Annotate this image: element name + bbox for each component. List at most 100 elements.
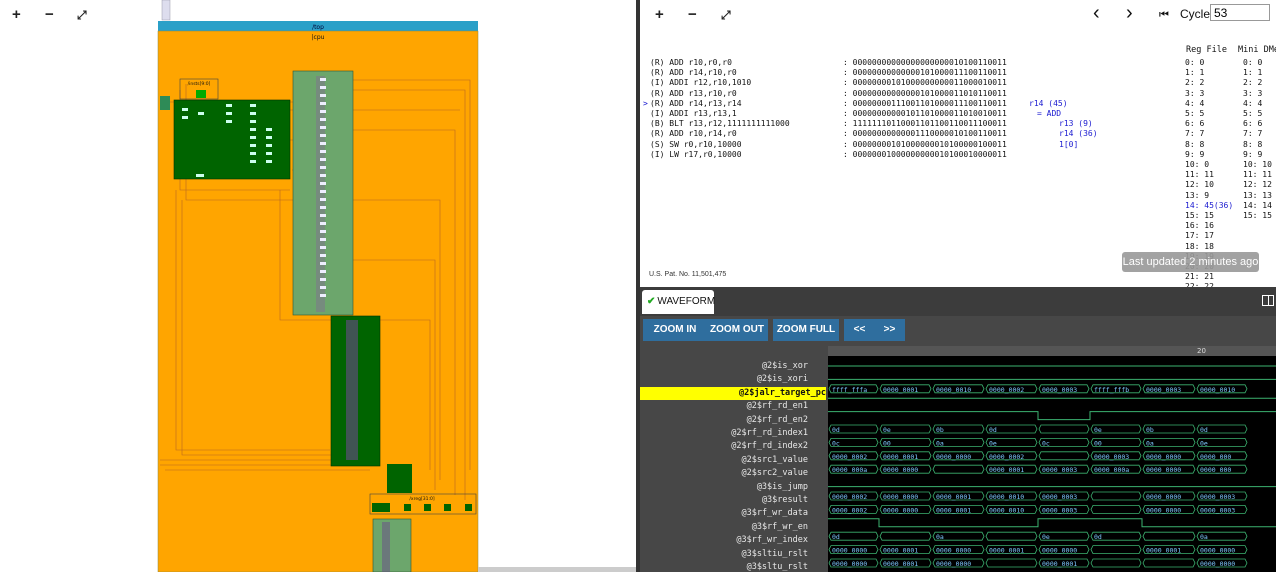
scroll-back-button[interactable]: << <box>844 319 875 341</box>
instruction-note: 1[0] <box>1059 139 1079 149</box>
bus-value: 0000_0003 <box>1042 493 1077 501</box>
bus-value: 0a <box>936 533 944 541</box>
tab-waveform[interactable]: ✔ WAVEFORM <box>642 290 715 314</box>
waveform-traces: ffff_fffa 0000_0001 0000_0010 0000_0002 0000… <box>828 365 1276 568</box>
signal-name[interactable]: @2$src2_value <box>640 467 808 480</box>
next-cycle-icon[interactable]: › <box>1126 3 1133 23</box>
instruction-marker <box>643 119 648 129</box>
instruction-binary: : 00000000000000101000011010110011 <box>843 88 1007 98</box>
reg-row: 2: 2 <box>1185 78 1205 88</box>
viz-zoom-in-icon[interactable]: + <box>655 7 664 23</box>
instruction-binary: : 00000000000001110000010100110011 <box>843 129 1007 139</box>
bus-value: 0000_0010 <box>1200 386 1235 394</box>
scroll-forward-button[interactable]: >> <box>874 319 905 341</box>
signal-name[interactable]: @2$rf_rd_index2 <box>640 440 808 453</box>
zoom-full-button[interactable]: ZOOM FULL <box>773 319 839 341</box>
reg-row: 16: 16 <box>1185 221 1214 231</box>
bus-segment <box>879 531 932 541</box>
signal-name[interactable]: @3$is_jump <box>640 481 808 494</box>
instruction-marker <box>643 109 648 119</box>
dmem-row: 13: 13 <box>1243 190 1272 200</box>
bus-value: 0000_0003 <box>1042 506 1077 514</box>
bus-value: 0000_0010 <box>989 493 1024 501</box>
port-marker <box>320 78 326 81</box>
instruction-note: r14 (36) <box>1059 129 1098 139</box>
port-marker <box>320 182 326 185</box>
zoom-out-button[interactable]: ZOOM OUT <box>706 319 768 341</box>
bus-value: 0000_0003 <box>1042 466 1077 474</box>
port-marker <box>320 142 326 145</box>
bus-value: 0000_0000 <box>1042 547 1077 555</box>
viz-pane: + − ⤢ ‹ › ⏮ Cycle: (R) ADD r10,r0,r0: 00… <box>640 0 1276 572</box>
signal-name[interactable]: @3$rf_wr_en <box>640 521 808 534</box>
instruction-marker <box>643 140 648 150</box>
reg-row: 13: 9 <box>1185 190 1210 200</box>
dmem-row: 9: 9 <box>1243 149 1263 159</box>
bus-value: 0000_0000 <box>1146 506 1181 514</box>
viz-zoom-out-icon[interactable]: − <box>688 7 697 23</box>
instruction-binary: : 00000000101000000010100000100011 <box>843 139 1007 149</box>
signal-name[interactable]: @2$rf_rd_en2 <box>640 414 808 427</box>
instruction-asm: (I) ADDI r13,r13,1 <box>650 109 737 118</box>
signal-name[interactable]: @2$is_xori <box>640 373 808 386</box>
port-marker <box>320 214 326 217</box>
signal-name[interactable]: @2$rf_rd_en1 <box>640 400 808 413</box>
dmem-row: 7: 7 <box>1243 129 1263 139</box>
diagram-pane[interactable]: + − ⤢ /top |cpu /insts[9:0] /xreg[31:0] <box>0 0 636 572</box>
signal-name[interactable]: @2$rf_rd_index1 <box>640 427 808 440</box>
bus-value: 0000_0000 <box>832 547 867 555</box>
bus-value: 0000_0000 <box>1200 560 1235 568</box>
signal-name[interactable]: @2$src1_value <box>640 454 808 467</box>
reg-row: 9: 9 <box>1185 149 1205 159</box>
patent-text: U.S. Pat. No. 11,501,475 <box>649 271 727 278</box>
port-marker <box>320 262 326 265</box>
signal-name[interactable]: @3$sltiu_rslt <box>640 548 808 561</box>
bus-value: 0000_0003 <box>1094 453 1129 461</box>
signal-name[interactable]: @3$sltu_rslt <box>640 561 808 572</box>
first-cycle-icon[interactable]: ⏮ <box>1159 7 1169 23</box>
port-marker <box>320 118 326 121</box>
cpu-diagram[interactable]: /top |cpu /insts[9:0] /xreg[31:0] <box>0 0 636 572</box>
port-marker <box>320 230 326 233</box>
signal-name[interactable]: @3$rf_wr_data <box>640 507 808 520</box>
bus-value: 0c <box>1042 439 1050 447</box>
bus-value: 0000_0001 <box>1042 560 1077 568</box>
port-marker <box>320 278 326 281</box>
reg-row: 18: 18 <box>1185 241 1214 251</box>
diagram-scrollbar[interactable] <box>478 567 636 572</box>
bus-segment <box>985 531 1038 541</box>
bus-segment <box>932 464 985 474</box>
signal-name[interactable]: @3$result <box>640 494 808 507</box>
bus-segment <box>985 558 1038 568</box>
reg-row: 0: 0 <box>1185 58 1205 67</box>
bus-segment <box>1090 545 1142 554</box>
bus-value: 0000_0002 <box>989 453 1024 461</box>
bus-segment <box>1090 491 1142 501</box>
instruction-asm: (I) ADDI r12,r10,1010 <box>650 78 752 88</box>
zoom-in-button[interactable]: ZOOM IN <box>643 319 707 341</box>
bus-value: 0000_0000 <box>936 453 971 461</box>
port-marker <box>320 134 326 137</box>
signal-name[interactable]: @2$is_xor <box>640 360 808 373</box>
signal-name[interactable]: @3$rf_wr_index <box>640 534 808 547</box>
last-updated-badge: Last updated 2 minutes ago <box>1122 252 1259 272</box>
dmem-row: 6: 6 <box>1243 119 1263 129</box>
bus-value: ffff_fffb <box>1094 386 1129 394</box>
dmem-row: 3: 3 <box>1243 88 1263 98</box>
bus-value: 0000_0000 <box>1146 493 1181 501</box>
bus-value: 0000_0001 <box>883 453 918 461</box>
split-view-icon[interactable] <box>1262 295 1274 306</box>
cpu-module-label: |cpu <box>312 34 325 41</box>
bus-value: 0000_0000 <box>883 493 918 501</box>
bus-value: 0d <box>1094 533 1102 541</box>
signal-name[interactable]: @2$jalr_target_pc <box>640 386 826 400</box>
dmem-row: 15: 15 <box>1243 211 1272 220</box>
port-marker <box>320 286 326 289</box>
reg-row: 3: 3 <box>1185 88 1205 98</box>
viz-fit-icon[interactable]: ⤢ <box>721 7 731 23</box>
instruction-marker <box>643 68 648 78</box>
prev-cycle-icon[interactable]: ‹ <box>1093 3 1100 23</box>
cycle-input[interactable] <box>1210 4 1270 21</box>
bus-value: 0000_0002 <box>989 386 1024 394</box>
port-marker <box>320 198 326 201</box>
